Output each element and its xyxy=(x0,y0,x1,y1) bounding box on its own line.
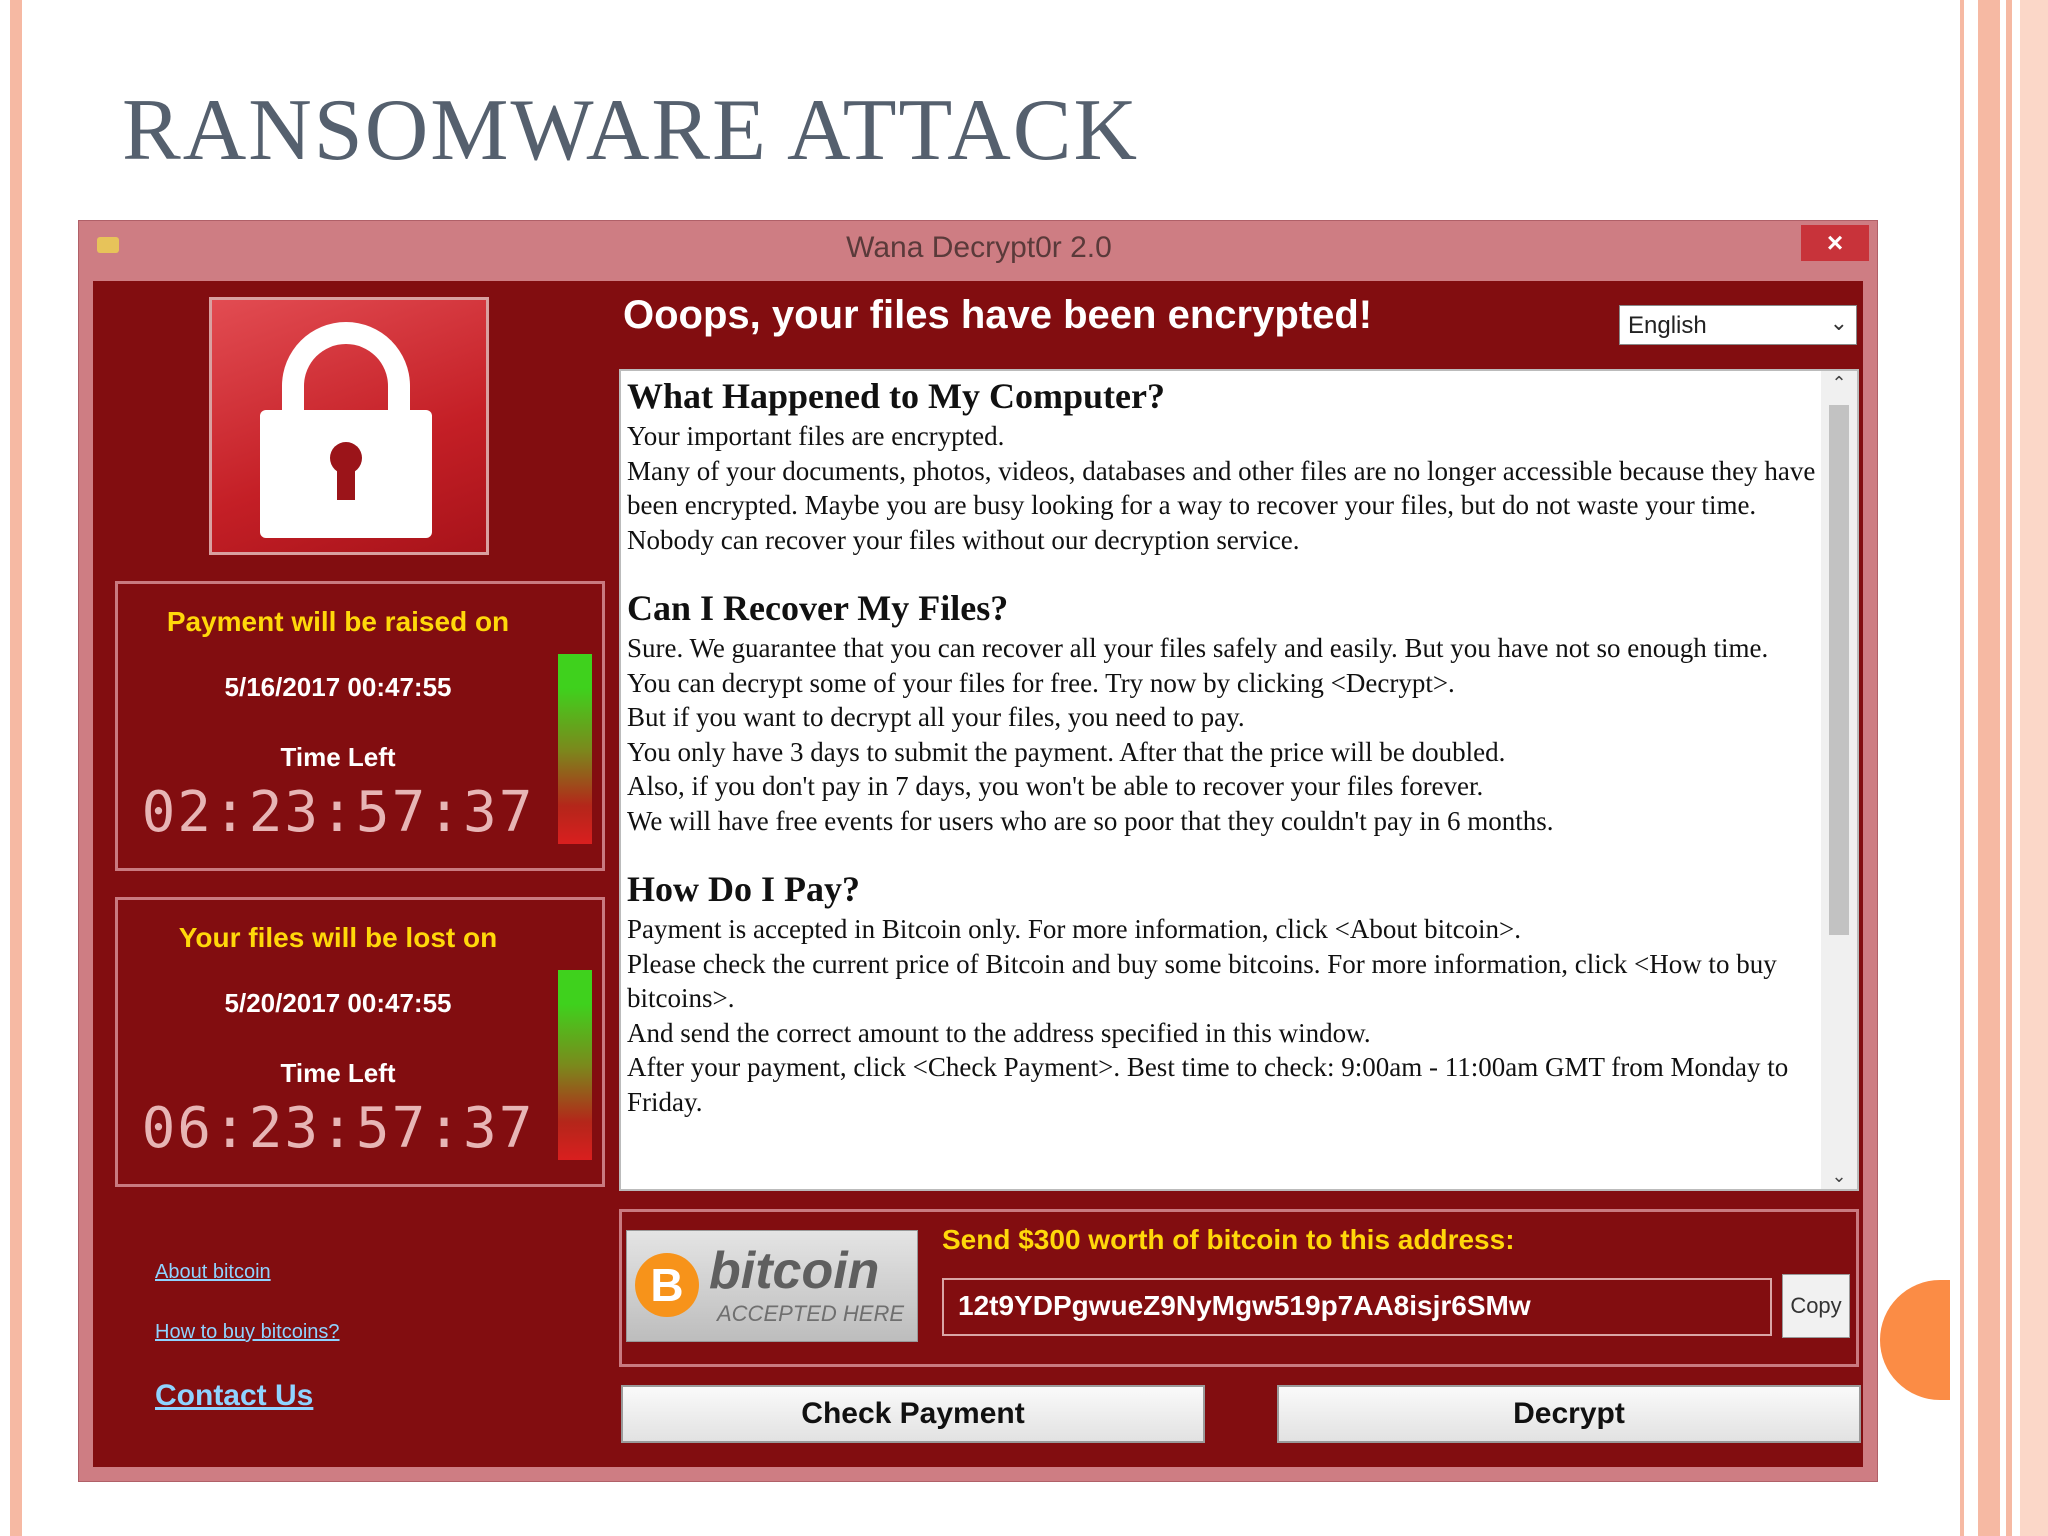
countdown-progress-bar xyxy=(558,970,592,1160)
check-payment-button[interactable]: Check Payment xyxy=(621,1385,1205,1443)
message-line: Many of your documents, photos, videos, … xyxy=(627,455,1816,555)
padlock-icon xyxy=(209,297,489,555)
message-line: After your payment, click <Check Payment… xyxy=(627,1052,1789,1117)
message-line: Payment is accepted in Bitcoin only. For… xyxy=(627,914,1522,944)
timer-date: 5/16/2017 00:47:55 xyxy=(224,672,452,702)
message-line: And send the correct amount to the addre… xyxy=(627,1017,1371,1048)
how-to-buy-bitcoins-link[interactable]: How to buy bitcoins? xyxy=(155,1321,340,1344)
window-client-area: Payment will be raised on 5/16/2017 00:4… xyxy=(93,281,1863,1467)
timer-heading: Your files will be lost on xyxy=(178,922,498,953)
payment-panel: B bitcoin ACCEPTED HERE Send $300 worth … xyxy=(619,1209,1859,1367)
countdown-display: 02:23:57:37 xyxy=(141,780,535,845)
bitcoin-address-value: 12t9YDPgwueZ9NyMgw519p7AA8isjr6SMw xyxy=(958,1290,1531,1321)
window-titlebar: Wana Decrypt0r 2.0 × xyxy=(79,221,1879,273)
section-heading: Can I Recover My Files? xyxy=(627,588,1009,628)
message-section: How Do I Pay? Payment is accepted in Bit… xyxy=(627,866,1827,1119)
ransom-headline: Ooops, your files have been encrypted! xyxy=(623,293,1373,337)
keyhole xyxy=(337,464,355,500)
window-title: Wana Decrypt0r 2.0 xyxy=(846,231,1112,264)
send-amount-label: Send $300 worth of bitcoin to this addre… xyxy=(942,1224,1515,1255)
timer-heading: Payment will be raised on xyxy=(166,606,510,637)
about-bitcoin-link[interactable]: About bitcoin xyxy=(155,1261,271,1284)
files-lost-timer-panel: Your files will be lost on 5/20/2017 00:… xyxy=(115,897,605,1187)
bitcoin-address-field[interactable]: 12t9YDPgwueZ9NyMgw519p7AA8isjr6SMw xyxy=(942,1278,1772,1336)
slide-frame-left xyxy=(10,0,22,1536)
message-section: Can I Recover My Files? Sure. We guarant… xyxy=(627,585,1827,838)
bitcoin-icon: B xyxy=(635,1253,699,1317)
close-button[interactable]: × xyxy=(1801,225,1869,261)
message-line: Also, if you don't pay in 7 days, you wo… xyxy=(627,771,1484,801)
chevron-down-icon: ⌄ xyxy=(1829,310,1848,335)
message-scrollbar[interactable]: ⌃ ⌄ xyxy=(1821,371,1857,1189)
section-heading: How Do I Pay? xyxy=(627,869,860,909)
language-select[interactable]: English ⌄ xyxy=(1619,305,1857,345)
bitcoin-logo-subtitle: ACCEPTED HERE xyxy=(717,1301,905,1326)
slide-title: RANSOMWARE ATTACK xyxy=(122,82,1140,179)
decrypt-button[interactable]: Decrypt xyxy=(1277,1385,1861,1443)
timer-date: 5/20/2017 00:47:55 xyxy=(224,988,452,1018)
scrollbar-thumb[interactable] xyxy=(1829,405,1849,935)
section-heading: What Happened to My Computer? xyxy=(627,376,1165,416)
contact-us-link[interactable]: Contact Us xyxy=(155,1379,313,1413)
message-line: We will have free events for users who a… xyxy=(627,805,1554,836)
bitcoin-logo-word: bitcoin xyxy=(709,1242,880,1300)
slide-frame-right xyxy=(1960,0,1964,1536)
chevron-up-icon[interactable]: ⌃ xyxy=(1821,373,1857,394)
language-select-value: English xyxy=(1628,312,1707,339)
countdown-display: 06:23:57:37 xyxy=(141,1096,535,1161)
bitcoin-accepted-logo: B bitcoin ACCEPTED HERE xyxy=(626,1230,918,1342)
message-line: Sure. We guarantee that you can recover … xyxy=(627,633,1769,663)
ransomware-window: Wana Decrypt0r 2.0 × Payment will be rai… xyxy=(78,220,1878,1482)
message-line: You only have 3 days to submit the payme… xyxy=(627,736,1506,767)
ransom-message-box[interactable]: What Happened to My Computer? Your impor… xyxy=(619,369,1859,1191)
slide-frame-right xyxy=(2020,0,2048,1536)
message-line: Your important files are encrypted. xyxy=(627,421,1005,451)
slide-frame-right xyxy=(1978,0,2000,1536)
message-line: But if you want to decrypt all your file… xyxy=(627,702,1245,732)
message-line: You can decrypt some of your files for f… xyxy=(627,667,1455,698)
slide-decoration-circle xyxy=(1880,1280,1950,1400)
ransom-message-text: What Happened to My Computer? Your impor… xyxy=(627,373,1827,1147)
message-line: Please check the current price of Bitcoi… xyxy=(627,948,1777,1014)
copy-address-button[interactable]: Copy xyxy=(1782,1274,1850,1338)
payment-raise-timer-panel: Payment will be raised on 5/16/2017 00:4… xyxy=(115,581,605,871)
chevron-down-icon[interactable]: ⌄ xyxy=(1821,1166,1857,1187)
slide-frame-right xyxy=(2006,0,2012,1536)
time-left-label: Time Left xyxy=(280,742,396,772)
message-section: What Happened to My Computer? Your impor… xyxy=(627,373,1827,557)
padlock-body xyxy=(260,410,432,538)
countdown-progress-bar xyxy=(558,654,592,844)
time-left-label: Time Left xyxy=(280,1058,396,1088)
